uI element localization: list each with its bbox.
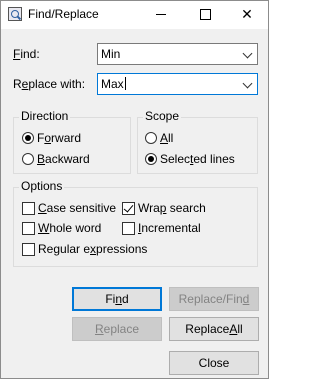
- forward-label[interactable]: Forward: [37, 131, 81, 145]
- options-group-title: Options: [19, 179, 65, 193]
- incremental-checkbox[interactable]: [122, 222, 135, 235]
- direction-group: Direction Forward Backward: [13, 109, 131, 174]
- find-combobox[interactable]: Min: [97, 43, 258, 65]
- scope-group: Scope All Selected lines: [137, 109, 258, 174]
- incremental-label[interactable]: Incremental: [138, 221, 201, 235]
- close-button[interactable]: Close: [169, 351, 259, 375]
- minimize-button[interactable]: [141, 1, 181, 27]
- find-label: Find:: [13, 47, 40, 61]
- case-sensitive-checkbox[interactable]: [22, 202, 35, 215]
- replace-with-label: Replace with:: [13, 77, 86, 91]
- find-replace-app-icon: [8, 7, 22, 21]
- close-window-button[interactable]: ✕: [227, 1, 267, 27]
- text-caret: [124, 77, 126, 90]
- wrap-search-label[interactable]: Wrap search: [138, 201, 206, 215]
- maximize-icon: [199, 8, 211, 20]
- forward-radio[interactable]: [22, 132, 34, 144]
- find-replace-dialog: Find/Replace ✕ Find: Min Replace with: M…: [0, 0, 269, 379]
- title-bar[interactable]: Find/Replace ✕: [1, 1, 268, 29]
- scope-group-title: Scope: [143, 109, 182, 123]
- whole-word-label[interactable]: Whole word: [38, 221, 101, 235]
- replace-find-button[interactable]: Replace/Fin d: [169, 287, 259, 311]
- maximize-button[interactable]: [185, 1, 225, 27]
- direction-group-title: Direction: [19, 109, 71, 123]
- replace-with-input[interactable]: Max: [101, 77, 126, 91]
- chevron-down-icon[interactable]: [242, 78, 253, 89]
- regular-expressions-checkbox[interactable]: [22, 243, 35, 256]
- case-sensitive-label[interactable]: Case sensitive: [38, 201, 116, 215]
- chevron-down-icon[interactable]: [242, 48, 253, 59]
- replace-button[interactable]: Replace: [72, 317, 162, 341]
- minimize-icon: [156, 13, 166, 15]
- all-label[interactable]: All: [160, 131, 173, 145]
- close-icon: ✕: [241, 5, 253, 22]
- replace-with-combobox[interactable]: Max: [97, 73, 258, 95]
- all-radio[interactable]: [145, 132, 157, 144]
- find-button[interactable]: Fi n d: [72, 287, 162, 311]
- selected-lines-label[interactable]: Selected lines: [160, 152, 235, 166]
- whole-word-checkbox[interactable]: [22, 222, 35, 235]
- backward-label[interactable]: Backward: [37, 152, 90, 166]
- regular-expressions-label[interactable]: Regular expressions: [38, 242, 147, 256]
- wrap-search-checkbox[interactable]: [122, 202, 135, 215]
- selected-lines-radio[interactable]: [145, 153, 157, 165]
- replace-all-button[interactable]: Replace All: [169, 317, 259, 341]
- backward-radio[interactable]: [22, 153, 34, 165]
- options-group: Options Case sensitive Wrap search Whole…: [13, 179, 258, 267]
- window-title: Find/Replace: [28, 7, 99, 21]
- find-input[interactable]: Min: [101, 47, 120, 61]
